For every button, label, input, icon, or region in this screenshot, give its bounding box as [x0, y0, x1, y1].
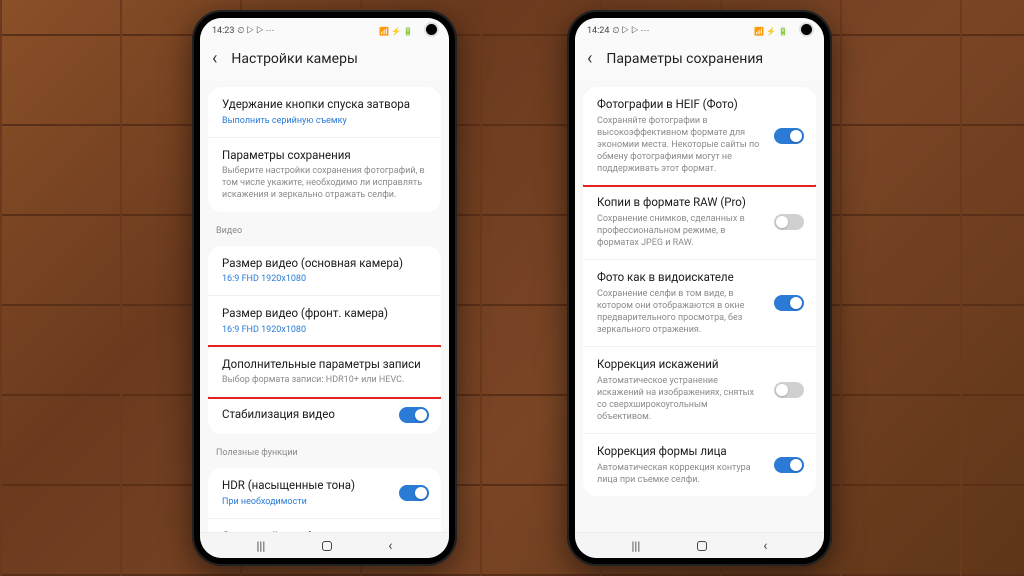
status-icons-right: 📶 ⚡ 🔋: [754, 27, 788, 36]
nav-back-icon[interactable]: ‹: [763, 538, 767, 554]
status-time: 14:24: [587, 26, 609, 36]
screen-left: 14:23 ⏲ ▷ ▷ ⋯ 📶 ⚡ 🔋 ‹ Настройки камеры У…: [200, 18, 449, 558]
item-sub: Выполнить серийную съемку: [222, 115, 427, 127]
phone-left: 14:23 ⏲ ▷ ▷ ⋯ 📶 ⚡ 🔋 ‹ Настройки камеры У…: [192, 10, 457, 566]
item-title: Стабилизация видео: [222, 407, 427, 423]
toggle-heif[interactable]: [774, 128, 804, 144]
item-title: Дополнительные параметры записи: [222, 357, 427, 373]
status-icons-left: ⏲ ▷ ▷ ⋯: [612, 26, 649, 36]
item-sub: Сохранение снимков, сделанных в професси…: [597, 213, 802, 249]
section-useful: Полезные функции: [200, 440, 449, 462]
item-video-size-main[interactable]: Размер видео (основная камера) 16:9 FHD …: [208, 246, 441, 297]
header: ‹ Параметры сохранения: [575, 40, 824, 81]
item-title: Коррекция формы лица: [597, 444, 802, 460]
item-save-params[interactable]: Параметры сохранения Выберите настройки …: [208, 138, 441, 212]
item-title: Параметры сохранения: [222, 148, 427, 164]
item-sub: 16:9 FHD 1920x1080: [222, 324, 427, 336]
camera-hole: [801, 24, 812, 35]
item-sub: Выбор формата записи: HDR10+ или HEVC.: [222, 374, 427, 386]
settings-content[interactable]: Удержание кнопки спуска затвора Выполнит…: [200, 81, 449, 532]
item-sub: Автоматическое устранение искажений на и…: [597, 375, 802, 424]
page-title: Параметры сохранения: [606, 51, 763, 67]
item-title: Следящий автофокус: [222, 529, 427, 532]
status-icons-right: 📶 ⚡ 🔋: [379, 27, 413, 36]
page-title: Настройки камеры: [231, 51, 357, 67]
item-title: HDR (насыщенные тона): [222, 478, 427, 494]
item-title: Размер видео (основная камера): [222, 256, 427, 272]
item-title: Размер видео (фронт. камера): [222, 306, 427, 322]
card-video: Размер видео (основная камера) 16:9 FHD …: [208, 246, 441, 434]
camera-hole: [426, 24, 437, 35]
status-time: 14:23: [212, 26, 234, 36]
nav-back-icon[interactable]: ‹: [388, 538, 392, 554]
section-video: Видео: [200, 218, 449, 240]
nav-bar: ||| ‹: [200, 532, 449, 558]
toggle-stabilization[interactable]: [399, 407, 429, 423]
card-photos: Удержание кнопки спуска затвора Выполнит…: [208, 87, 441, 212]
item-sub: Сохранение селфи в том виде, в котором о…: [597, 288, 802, 337]
item-title: Фото как в видоискателе: [597, 270, 802, 286]
item-as-previewed[interactable]: Фото как в видоискателе Сохранение селфи…: [583, 260, 816, 347]
phone-right: 14:24 ⏲ ▷ ▷ ⋯ 📶 ⚡ 🔋 ‹ Параметры сохранен…: [567, 10, 832, 566]
nav-recent-icon[interactable]: |||: [631, 539, 640, 553]
status-icons-left: ⏲ ▷ ▷ ⋯: [237, 26, 274, 36]
toggle-raw[interactable]: [774, 214, 804, 230]
toggle-hdr[interactable]: [399, 485, 429, 501]
item-title: Копии в формате RAW (Pro): [597, 195, 802, 211]
item-sub: Автоматическая коррекция контура лица пр…: [597, 462, 802, 486]
nav-home-icon[interactable]: [697, 541, 707, 551]
nav-recent-icon[interactable]: |||: [256, 539, 265, 553]
item-video-size-front[interactable]: Размер видео (фронт. камера) 16:9 FHD 19…: [208, 296, 441, 347]
item-raw[interactable]: Копии в формате RAW (Pro) Сохранение сни…: [583, 185, 816, 260]
item-title: Коррекция искажений: [597, 357, 802, 373]
item-title: Удержание кнопки спуска затвора: [222, 97, 427, 113]
status-bar: 14:23 ⏲ ▷ ▷ ⋯ 📶 ⚡ 🔋: [200, 18, 449, 40]
item-shutter-hold[interactable]: Удержание кнопки спуска затвора Выполнит…: [208, 87, 441, 138]
nav-home-icon[interactable]: [322, 541, 332, 551]
card-useful: HDR (насыщенные тона) При необходимости …: [208, 468, 441, 532]
item-sub: 16:9 FHD 1920x1080: [222, 273, 427, 285]
nav-bar: ||| ‹: [575, 532, 824, 558]
back-icon[interactable]: ‹: [583, 46, 596, 71]
toggle-distortion[interactable]: [774, 382, 804, 398]
item-face-shape[interactable]: Коррекция формы лица Автоматическая корр…: [583, 434, 816, 496]
item-sub: Выберите настройки сохранения фотографий…: [222, 165, 427, 201]
toggle-as-previewed[interactable]: [774, 295, 804, 311]
status-bar: 14:24 ⏲ ▷ ▷ ⋯ 📶 ⚡ 🔋: [575, 18, 824, 40]
item-heif[interactable]: Фотографии в HEIF (Фото) Сохраняйте фото…: [583, 87, 816, 187]
item-title: Фотографии в HEIF (Фото): [597, 97, 802, 113]
item-sub: Сохраняйте фотографии в высокоэффективно…: [597, 115, 802, 176]
item-stabilization[interactable]: Стабилизация видео: [208, 397, 441, 435]
toggle-face-shape[interactable]: [774, 457, 804, 473]
back-icon[interactable]: ‹: [208, 46, 221, 71]
item-distortion-correction[interactable]: Коррекция искажений Автоматическое устра…: [583, 347, 816, 434]
item-tracking-af[interactable]: Следящий автофокус Сохранение фокусировк…: [208, 519, 441, 532]
settings-content[interactable]: Фотографии в HEIF (Фото) Сохраняйте фото…: [575, 81, 824, 532]
item-advanced-recording[interactable]: Дополнительные параметры записи Выбор фо…: [208, 345, 441, 399]
item-sub: При необходимости: [222, 496, 427, 508]
screen-right: 14:24 ⏲ ▷ ▷ ⋯ 📶 ⚡ 🔋 ‹ Параметры сохранен…: [575, 18, 824, 558]
header: ‹ Настройки камеры: [200, 40, 449, 81]
card-save-options: Фотографии в HEIF (Фото) Сохраняйте фото…: [583, 87, 816, 496]
item-hdr[interactable]: HDR (насыщенные тона) При необходимости: [208, 468, 441, 519]
